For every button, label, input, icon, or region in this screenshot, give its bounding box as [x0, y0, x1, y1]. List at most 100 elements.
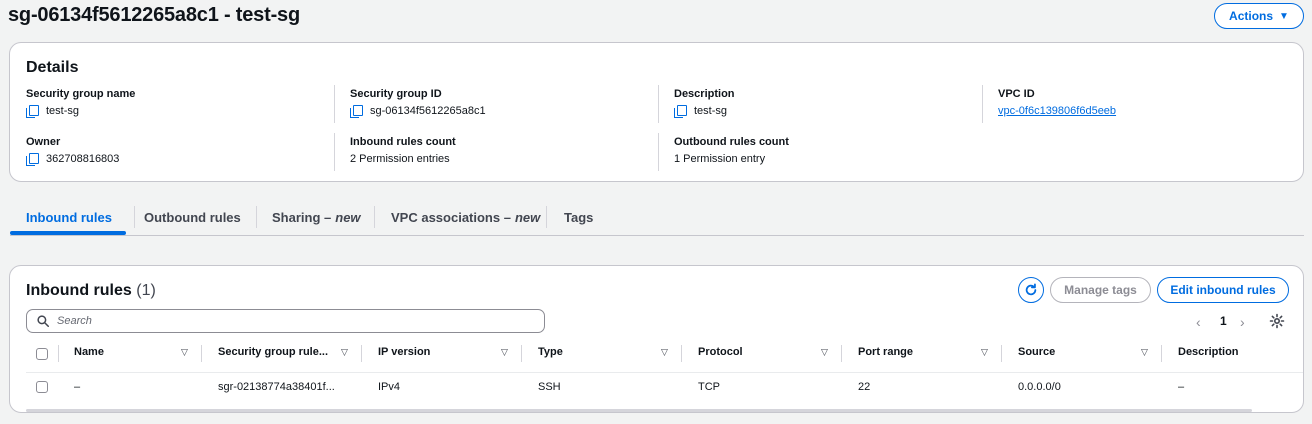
field-description: Description test-sg [674, 87, 735, 118]
col-protocol[interactable]: Protocol [698, 346, 743, 358]
field-value: 2 Permission entries [350, 153, 450, 165]
column-divider [361, 345, 362, 362]
caret-down-icon: ▼ [1279, 10, 1289, 22]
chevron-left-icon[interactable]: ‹ [1196, 314, 1201, 330]
col-source[interactable]: Source [1018, 346, 1055, 358]
tab-label: Outbound rules [144, 209, 241, 225]
tab-bar: Inbound rules Outbound rules Sharing – n… [10, 199, 1304, 236]
cell-source: 0.0.0.0/0 [1018, 381, 1061, 393]
col-description[interactable]: Description [1178, 346, 1239, 358]
sort-icon[interactable]: ▽ [501, 347, 508, 358]
tab-outbound-rules[interactable]: Outbound rules [144, 199, 241, 235]
new-badge: new [514, 209, 541, 225]
tab-label: Sharing – [272, 209, 332, 225]
edit-inbound-rules-button[interactable]: Edit inbound rules [1157, 277, 1289, 303]
vpc-id-link[interactable]: vpc-0f6c139806f6d5eeb [998, 104, 1116, 118]
field-vpc-id: VPC ID vpc-0f6c139806f6d5eeb [998, 87, 1116, 118]
edit-inbound-label: Edit inbound rules [1170, 283, 1276, 297]
actions-button[interactable]: Actions ▼ [1214, 3, 1304, 29]
manage-tags-label: Manage tags [1064, 283, 1137, 297]
divider [334, 133, 335, 171]
field-outbound-count: Outbound rules count 1 Permission entry [674, 135, 789, 166]
sort-icon[interactable]: ▽ [981, 347, 988, 358]
refresh-button[interactable] [1018, 277, 1044, 303]
refresh-icon [1025, 283, 1037, 296]
search-input[interactable] [57, 315, 507, 327]
col-type[interactable]: Type [538, 346, 563, 358]
page-number[interactable]: 1 [1220, 314, 1227, 328]
divider [982, 85, 983, 123]
sort-icon[interactable]: ▽ [181, 347, 188, 358]
table-row[interactable]: – sgr-02138774a38401f... IPv4 SSH TCP 22… [26, 372, 1303, 402]
sort-icon[interactable]: ▽ [821, 347, 828, 358]
divider [658, 133, 659, 171]
cell-description: – [1178, 381, 1185, 393]
field-value: sg-06134f5612265a8c1 [370, 105, 486, 117]
col-rule-id[interactable]: Security group rule... [218, 346, 328, 358]
cell-type: SSH [538, 381, 561, 393]
cell-protocol: TCP [698, 381, 720, 393]
details-title: Details [26, 59, 79, 76]
field-value: 362708816803 [46, 153, 120, 165]
sort-icon[interactable]: ▽ [1141, 347, 1148, 358]
field-value: test-sg [694, 105, 728, 117]
divider [334, 85, 335, 123]
page-title: sg-06134f5612265a8c1 - test-sg [8, 4, 300, 26]
rules-count: (1) [136, 282, 156, 299]
col-port-range[interactable]: Port range [858, 346, 913, 358]
column-divider [521, 345, 522, 362]
tab-tags[interactable]: Tags [564, 199, 593, 235]
actions-label: Actions [1229, 9, 1274, 23]
table-header: Name ▽ Security group rule... ▽ IP versi… [26, 342, 1303, 366]
field-value: test-sg [46, 105, 80, 117]
tab-label: Inbound rules [26, 209, 112, 225]
col-ip-version[interactable]: IP version [378, 346, 430, 358]
cell-ip-version: IPv4 [378, 381, 401, 393]
details-panel: Details Security group name test-sg Secu… [9, 42, 1304, 182]
field-label: Security group name [26, 88, 136, 100]
sort-icon[interactable]: ▽ [661, 347, 668, 358]
tab-vpc-associations[interactable]: VPC associations – new [391, 199, 540, 235]
copy-icon[interactable] [26, 153, 39, 166]
active-tab-indicator [10, 231, 126, 235]
tab-divider [134, 206, 135, 228]
chevron-right-icon[interactable]: › [1240, 314, 1245, 330]
field-label: VPC ID [998, 88, 1035, 100]
field-inbound-count: Inbound rules count 2 Permission entries [350, 135, 456, 166]
tab-sharing[interactable]: Sharing – new [272, 199, 361, 235]
new-badge: new [335, 209, 361, 225]
copy-icon[interactable] [674, 105, 687, 118]
column-divider [841, 345, 842, 362]
column-divider [681, 345, 682, 362]
divider [658, 85, 659, 123]
col-name[interactable]: Name [74, 346, 104, 358]
copy-icon[interactable] [26, 105, 39, 118]
manage-tags-button[interactable]: Manage tags [1050, 277, 1151, 303]
copy-icon[interactable] [350, 105, 363, 118]
field-label: Owner [26, 136, 61, 148]
cell-name: – [74, 381, 81, 393]
tab-label: VPC associations – [391, 209, 511, 225]
tab-inbound-rules[interactable]: Inbound rules [26, 199, 112, 235]
tab-divider [546, 206, 547, 228]
cell-rule-id: sgr-02138774a38401f... [218, 381, 335, 393]
tab-label: Tags [564, 209, 594, 225]
row-checkbox[interactable] [36, 381, 48, 393]
horizontal-scrollbar[interactable] [26, 409, 1252, 412]
search-icon [37, 315, 49, 327]
select-all-checkbox[interactable] [36, 348, 48, 360]
field-label: Outbound rules count [674, 136, 789, 148]
column-divider [201, 345, 202, 362]
tab-divider [374, 206, 375, 228]
field-label: Description [674, 88, 735, 100]
tab-divider [256, 206, 257, 228]
field-sg-id: Security group ID sg-06134f5612265a8c1 [350, 87, 486, 118]
column-divider [58, 345, 59, 362]
inbound-rules-panel: Inbound rules (1) Manage tags Edit inbou… [9, 265, 1304, 413]
column-divider [1161, 345, 1162, 362]
gear-icon[interactable] [1269, 313, 1285, 329]
search-field[interactable] [26, 309, 545, 333]
sort-icon[interactable]: ▽ [341, 347, 348, 358]
page-header: sg-06134f5612265a8c1 - test-sg Actions ▼ [8, 3, 1304, 29]
field-label: Security group ID [350, 88, 442, 100]
